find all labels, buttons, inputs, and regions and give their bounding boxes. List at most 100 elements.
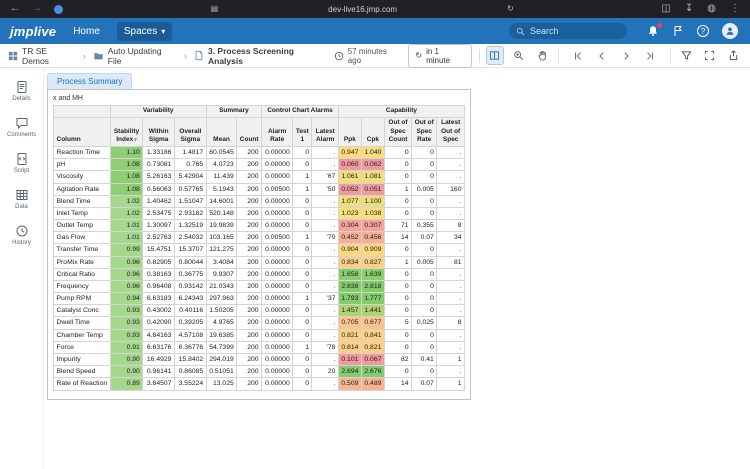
value-cell[interactable]: 4.0723 [206, 159, 237, 171]
value-cell[interactable]: 200 [237, 183, 262, 195]
column-header-latest-alarm[interactable]: Latest Alarm [312, 117, 338, 146]
last-page-icon[interactable] [642, 47, 659, 64]
process-name-cell[interactable]: Chamber Temp [54, 329, 111, 341]
value-cell[interactable]: 0.96 [110, 268, 143, 280]
value-cell[interactable]: 0 [412, 207, 437, 219]
value-cell[interactable]: 0.947 [338, 147, 361, 159]
column-header-column[interactable]: Column [54, 117, 111, 146]
value-cell[interactable]: 0 [384, 329, 411, 341]
value-cell[interactable]: 0.452 [338, 232, 361, 244]
value-cell[interactable]: 0.96141 [143, 366, 175, 378]
value-cell[interactable]: . [312, 317, 338, 329]
value-cell[interactable]: 1.081 [361, 171, 384, 183]
value-cell[interactable]: 34 [437, 232, 465, 244]
value-cell[interactable]: 1 [293, 183, 312, 195]
value-cell[interactable]: 0.00000 [262, 159, 293, 171]
value-cell[interactable]: 19.9839 [206, 220, 237, 232]
value-cell[interactable]: 200 [237, 220, 262, 232]
layout-panel-tool[interactable] [487, 47, 504, 64]
value-cell[interactable]: 0 [412, 305, 437, 317]
value-cell[interactable]: 0.41 [412, 353, 437, 365]
value-cell[interactable]: 0 [293, 244, 312, 256]
value-cell[interactable]: . [437, 366, 465, 378]
process-name-cell[interactable]: Transfer Time [54, 244, 111, 256]
value-cell[interactable]: 6.24343 [174, 293, 206, 305]
value-cell[interactable]: 200 [237, 353, 262, 365]
value-cell[interactable]: . [437, 159, 465, 171]
value-cell[interactable]: 0 [384, 207, 411, 219]
value-cell[interactable]: 200 [237, 244, 262, 256]
value-cell[interactable]: 0.005 [412, 256, 437, 268]
value-cell[interactable]: 0.00000 [262, 268, 293, 280]
value-cell[interactable]: 0 [293, 378, 312, 390]
value-cell[interactable]: 200 [237, 147, 262, 159]
value-cell[interactable]: 200 [237, 329, 262, 341]
value-cell[interactable]: 200 [237, 232, 262, 244]
value-cell[interactable]: 1 [293, 232, 312, 244]
value-cell[interactable]: 5.1943 [206, 183, 237, 195]
page-refresh-icon[interactable]: ↻ [507, 5, 514, 13]
value-cell[interactable]: 0 [384, 159, 411, 171]
value-cell[interactable]: 0 [293, 317, 312, 329]
value-cell[interactable]: 0.841 [361, 329, 384, 341]
value-cell[interactable]: 0.00000 [262, 378, 293, 390]
value-cell[interactable]: 200 [237, 341, 262, 353]
value-cell[interactable]: 0.93142 [174, 280, 206, 292]
value-cell[interactable]: 8 [437, 220, 465, 232]
value-cell[interactable]: 0 [293, 256, 312, 268]
value-cell[interactable]: 1.4817 [174, 147, 206, 159]
value-cell[interactable]: 15.4751 [143, 244, 175, 256]
value-cell[interactable]: . [312, 329, 338, 341]
value-cell[interactable]: 81 [437, 256, 465, 268]
column-header-out-of-spec-rate[interactable]: Out of Spec Rate [412, 117, 437, 146]
value-cell[interactable]: 0.00500 [262, 232, 293, 244]
value-cell[interactable]: . [312, 207, 338, 219]
value-cell[interactable]: . [437, 207, 465, 219]
value-cell[interactable]: 1.02 [110, 207, 143, 219]
value-cell[interactable]: 8 [437, 317, 465, 329]
value-cell[interactable]: 4.84163 [143, 329, 175, 341]
value-cell[interactable]: 0.062 [361, 159, 384, 171]
column-header-mean[interactable]: Mean [206, 117, 237, 146]
value-cell[interactable]: 1.10 [110, 147, 143, 159]
value-cell[interactable]: 0.00000 [262, 244, 293, 256]
filter-funnel-icon[interactable] [678, 47, 695, 64]
value-cell[interactable]: 0 [293, 329, 312, 341]
column-header-stability-index[interactable]: Stability Index▾ [110, 117, 143, 146]
process-name-cell[interactable]: Blend Time [54, 195, 111, 207]
value-cell[interactable]: 200 [237, 171, 262, 183]
value-cell[interactable]: 0.821 [361, 341, 384, 353]
value-cell[interactable]: 0.00000 [262, 293, 293, 305]
value-cell[interactable]: 71 [384, 220, 411, 232]
back-icon[interactable]: ← [10, 4, 20, 14]
value-cell[interactable]: 0.93 [110, 317, 143, 329]
value-cell[interactable]: . [312, 280, 338, 292]
value-cell[interactable]: 2.818 [361, 280, 384, 292]
value-cell[interactable]: 0 [384, 195, 411, 207]
process-name-cell[interactable]: Inlet Temp [54, 207, 111, 219]
value-cell[interactable]: . [312, 195, 338, 207]
process-name-cell[interactable]: ProMix Rate [54, 256, 111, 268]
value-cell[interactable]: 200 [237, 293, 262, 305]
value-cell[interactable]: . [312, 305, 338, 317]
value-cell[interactable]: 1.777 [361, 293, 384, 305]
value-cell[interactable]: 1 [293, 341, 312, 353]
value-cell[interactable]: . [312, 378, 338, 390]
value-cell[interactable]: 0 [293, 220, 312, 232]
forward-icon[interactable]: → [32, 4, 42, 14]
value-cell[interactable]: 0 [384, 366, 411, 378]
tab-list-icon[interactable]: ▤ [211, 5, 219, 13]
value-cell[interactable]: 0.00000 [262, 256, 293, 268]
jmp-live-logo[interactable]: jmplive [10, 24, 56, 39]
value-cell[interactable]: 1.038 [361, 207, 384, 219]
value-cell[interactable]: 1.08 [110, 171, 143, 183]
value-cell[interactable]: 0 [293, 280, 312, 292]
value-cell[interactable]: . [437, 268, 465, 280]
downloads-icon[interactable]: ↧ [685, 4, 693, 14]
value-cell[interactable]: 0.834 [338, 256, 361, 268]
value-cell[interactable]: '78 [312, 341, 338, 353]
value-cell[interactable]: 5.26163 [143, 171, 175, 183]
value-cell[interactable]: 6.63176 [143, 341, 175, 353]
value-cell[interactable]: 2.54032 [174, 232, 206, 244]
value-cell[interactable]: '37 [312, 293, 338, 305]
